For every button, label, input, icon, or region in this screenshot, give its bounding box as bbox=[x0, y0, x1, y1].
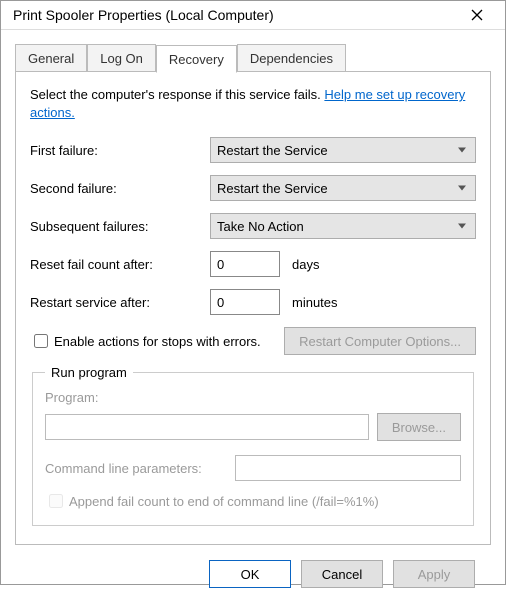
apply-button: Apply bbox=[393, 560, 475, 588]
title-bar: Print Spooler Properties (Local Computer… bbox=[1, 1, 505, 30]
tab-strip: General Log On Recovery Dependencies bbox=[15, 44, 491, 72]
restart-computer-options-button: Restart Computer Options... bbox=[284, 327, 476, 355]
restart-after-input[interactable] bbox=[210, 289, 280, 315]
reset-fail-label: Reset fail count after: bbox=[30, 257, 210, 272]
second-failure-row: Second failure: Restart the Service bbox=[30, 175, 476, 201]
second-failure-label: Second failure: bbox=[30, 181, 210, 196]
reset-fail-row: Reset fail count after: days bbox=[30, 251, 476, 277]
restart-after-label: Restart service after: bbox=[30, 295, 210, 310]
cmd-params-input bbox=[235, 455, 461, 481]
dialog-window: Print Spooler Properties (Local Computer… bbox=[0, 0, 506, 585]
dialog-button-bar: OK Cancel Apply bbox=[15, 545, 491, 603]
restart-after-unit: minutes bbox=[292, 295, 338, 310]
second-failure-combo-wrap: Restart the Service bbox=[210, 175, 476, 201]
reset-fail-input[interactable] bbox=[210, 251, 280, 277]
subsequent-failures-label: Subsequent failures: bbox=[30, 219, 210, 234]
enable-actions-row: Enable actions for stops with errors. Re… bbox=[30, 327, 476, 355]
append-row: Append fail count to end of command line… bbox=[45, 491, 461, 511]
intro-text: Select the computer's response if this s… bbox=[30, 87, 324, 102]
enable-actions-checkbox[interactable] bbox=[34, 334, 48, 348]
cmd-params-line: Command line parameters: bbox=[45, 455, 461, 481]
first-failure-row: First failure: Restart the Service bbox=[30, 137, 476, 163]
program-input bbox=[45, 414, 369, 440]
tab-general[interactable]: General bbox=[15, 44, 87, 72]
intro-text-block: Select the computer's response if this s… bbox=[30, 86, 476, 121]
subsequent-failures-row: Subsequent failures: Take No Action bbox=[30, 213, 476, 239]
tab-dependencies[interactable]: Dependencies bbox=[237, 44, 346, 72]
first-failure-select[interactable]: Restart the Service bbox=[210, 137, 476, 163]
second-failure-select[interactable]: Restart the Service bbox=[210, 175, 476, 201]
reset-fail-unit: days bbox=[292, 257, 319, 272]
run-program-legend: Run program bbox=[45, 365, 133, 380]
run-program-group: Run program Program: Browse... Command l… bbox=[32, 365, 474, 526]
program-line: Browse... bbox=[45, 413, 461, 441]
close-icon bbox=[471, 9, 483, 21]
program-label: Program: bbox=[45, 390, 461, 405]
window-title: Print Spooler Properties (Local Computer… bbox=[13, 7, 457, 23]
enable-actions-label: Enable actions for stops with errors. bbox=[54, 334, 261, 349]
tab-log-on[interactable]: Log On bbox=[87, 44, 156, 72]
append-label: Append fail count to end of command line… bbox=[69, 494, 379, 509]
restart-after-row: Restart service after: minutes bbox=[30, 289, 476, 315]
cancel-button[interactable]: Cancel bbox=[301, 560, 383, 588]
ok-button[interactable]: OK bbox=[209, 560, 291, 588]
dialog-body: General Log On Recovery Dependencies Sel… bbox=[1, 30, 505, 603]
first-failure-label: First failure: bbox=[30, 143, 210, 158]
subsequent-failures-select[interactable]: Take No Action bbox=[210, 213, 476, 239]
recovery-panel: Select the computer's response if this s… bbox=[15, 71, 491, 545]
close-button[interactable] bbox=[457, 1, 497, 29]
first-failure-combo-wrap: Restart the Service bbox=[210, 137, 476, 163]
cmd-params-label: Command line parameters: bbox=[45, 461, 225, 476]
append-checkbox bbox=[49, 494, 63, 508]
subsequent-failures-combo-wrap: Take No Action bbox=[210, 213, 476, 239]
tab-recovery[interactable]: Recovery bbox=[156, 45, 237, 73]
browse-button: Browse... bbox=[377, 413, 461, 441]
